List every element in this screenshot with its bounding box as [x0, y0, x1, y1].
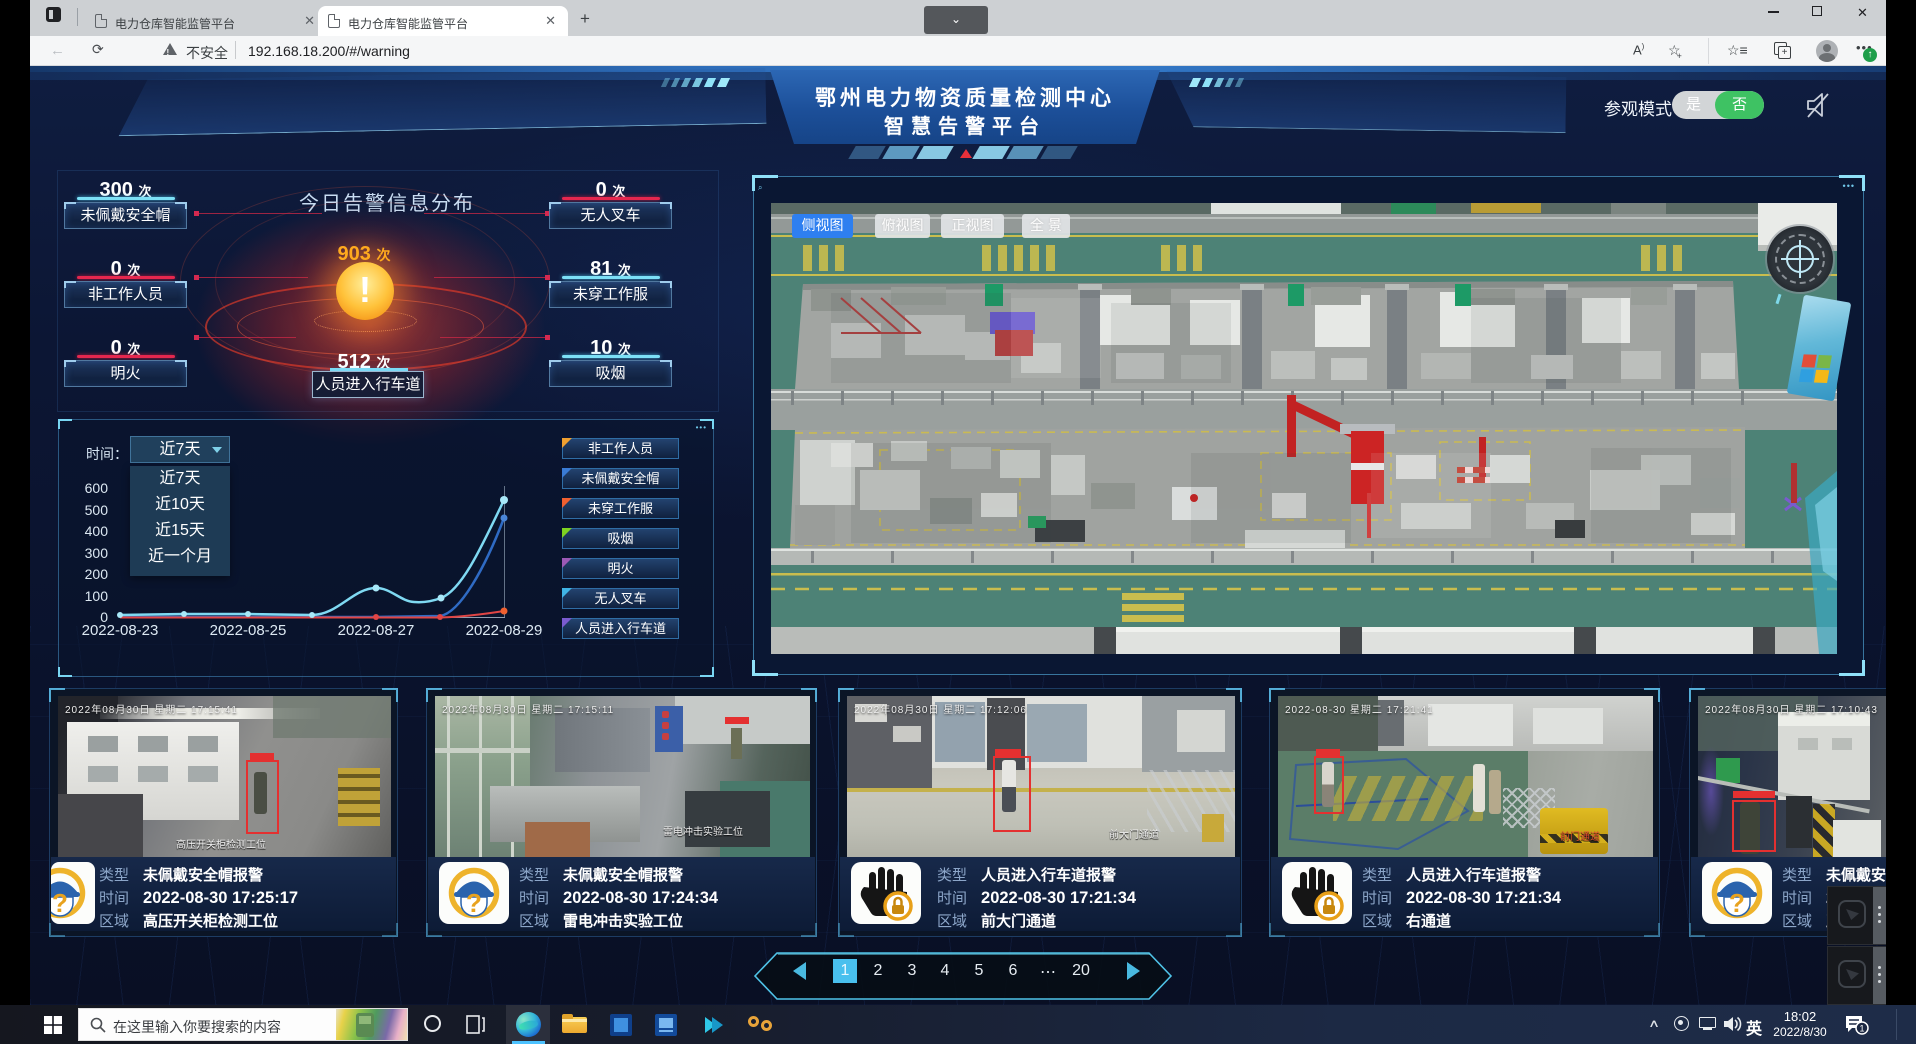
svg-text:1: 1	[1859, 1024, 1864, 1034]
